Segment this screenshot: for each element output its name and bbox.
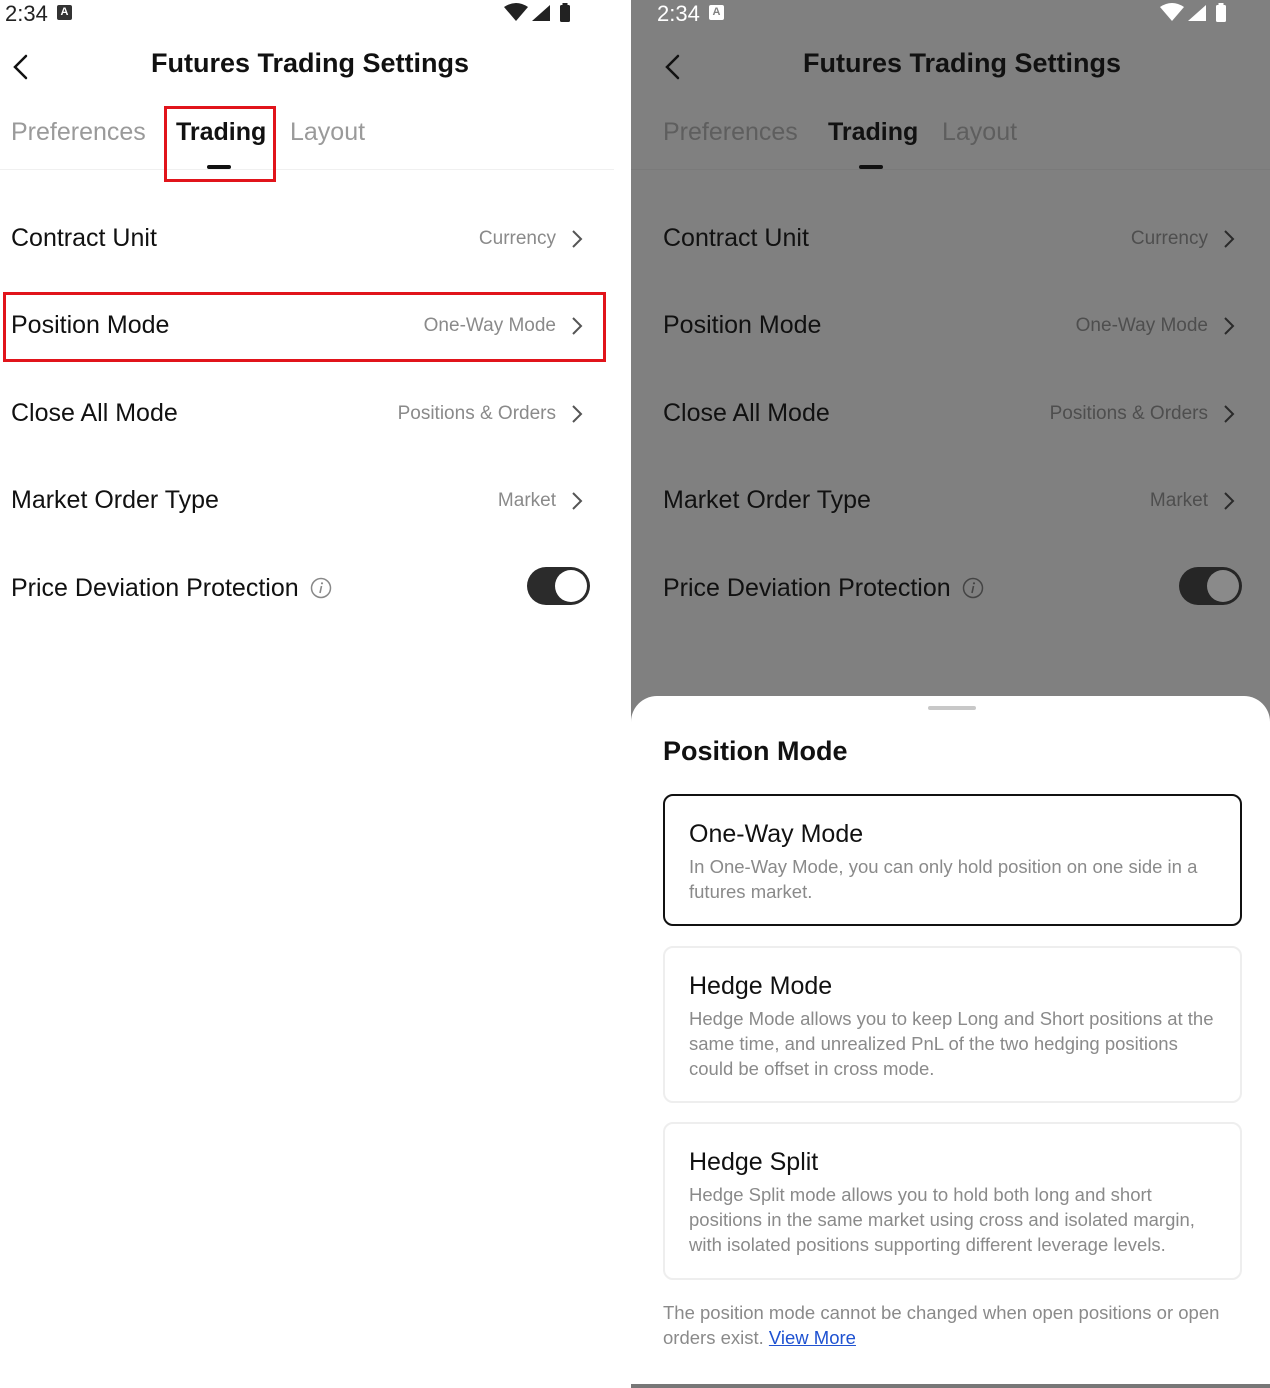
notification-icon: A xyxy=(709,5,724,20)
tab-trading[interactable]: Trading xyxy=(828,118,918,147)
setting-value: One-Way Mode xyxy=(1075,315,1208,336)
status-time: 2:34 xyxy=(657,1,700,26)
option-hedge-split[interactable]: Hedge Split Hedge Split mode allows you … xyxy=(663,1122,1242,1280)
tab-preferences[interactable]: Preferences xyxy=(11,118,146,147)
page-title: Futures Trading Settings xyxy=(802,48,1122,78)
option-description: In One-Way Mode, you can only hold posit… xyxy=(689,856,1198,902)
battery-icon xyxy=(560,5,570,22)
sheet-drag-handle[interactable] xyxy=(928,706,976,710)
sheet-title: Position Mode xyxy=(663,736,848,766)
setting-contract-unit[interactable]: Contract Unit Currency xyxy=(0,210,614,270)
setting-position-mode[interactable]: Position Mode One-Way Mode xyxy=(631,297,1270,357)
bottom-nav-bar xyxy=(631,1384,1270,1388)
setting-market-order-type[interactable]: Market Order Type Market xyxy=(0,472,614,532)
battery-icon xyxy=(1216,5,1226,22)
option-description: Hedge Mode allows you to keep Long and S… xyxy=(689,1008,1214,1079)
position-mode-sheet-screen: 2:34 A Futures Trading Settings Preferen… xyxy=(631,0,1270,1388)
setting-label: Price Deviation Protection xyxy=(11,574,299,602)
info-icon[interactable] xyxy=(962,577,984,599)
chevron-right-icon xyxy=(1224,405,1235,423)
setting-label: Close All Mode xyxy=(11,399,178,427)
price-deviation-toggle[interactable] xyxy=(527,567,590,605)
option-hedge-mode[interactable]: Hedge Mode Hedge Mode allows you to keep… xyxy=(663,946,1242,1103)
note-text: The position mode cannot be changed when… xyxy=(663,1302,1220,1348)
tabs-divider xyxy=(0,169,614,170)
setting-label: Market Order Type xyxy=(11,486,219,514)
status-bar: 2:34 A xyxy=(0,0,614,28)
highlight-trading-tab xyxy=(164,106,276,182)
option-title: Hedge Mode xyxy=(689,972,833,1000)
setting-price-deviation: Price Deviation Protection xyxy=(631,560,1270,620)
setting-price-deviation: Price Deviation Protection xyxy=(0,560,614,620)
position-mode-sheet: Position Mode One-Way Mode In One-Way Mo… xyxy=(631,696,1270,1388)
setting-label: Close All Mode xyxy=(663,399,830,427)
tabs-divider xyxy=(631,169,1270,170)
wifi-icon xyxy=(504,3,528,21)
option-title: Hedge Split xyxy=(689,1148,819,1176)
setting-market-order-type[interactable]: Market Order Type Market xyxy=(631,472,1270,532)
chevron-right-icon xyxy=(1224,230,1235,248)
status-time: 2:34 xyxy=(5,1,48,26)
setting-label: Price Deviation Protection xyxy=(663,574,951,602)
settings-screen: 2:34 A Futures Trading Settings Preferen… xyxy=(0,0,614,1388)
option-one-way-mode[interactable]: One-Way Mode In One-Way Mode, you can on… xyxy=(663,794,1242,926)
panel-gap xyxy=(614,0,631,1388)
setting-label: Contract Unit xyxy=(11,224,157,252)
setting-value: Positions & Orders xyxy=(1049,403,1208,424)
chevron-right-icon xyxy=(572,230,583,248)
info-icon[interactable] xyxy=(310,577,332,599)
status-bar: 2:34 A xyxy=(631,0,1270,28)
toggle-knob xyxy=(555,570,587,602)
wifi-icon xyxy=(1160,3,1184,21)
sheet-note: The position mode cannot be changed when… xyxy=(663,1300,1263,1350)
setting-value: Market xyxy=(497,490,556,511)
setting-value: Currency xyxy=(478,228,556,249)
tab-preferences[interactable]: Preferences xyxy=(663,118,798,147)
setting-close-all-mode[interactable]: Close All Mode Positions & Orders xyxy=(0,385,614,445)
view-more-link[interactable]: View More xyxy=(769,1327,856,1348)
option-title: One-Way Mode xyxy=(689,820,864,848)
tab-layout[interactable]: Layout xyxy=(290,118,365,147)
setting-label: Position Mode xyxy=(663,311,822,339)
chevron-right-icon xyxy=(1224,492,1235,510)
price-deviation-toggle[interactable] xyxy=(1179,567,1242,605)
setting-label: Market Order Type xyxy=(663,486,871,514)
status-icons xyxy=(1160,3,1226,22)
notification-icon: A xyxy=(57,5,72,20)
signal-icon xyxy=(532,5,550,21)
setting-value: Market xyxy=(1149,490,1208,511)
chevron-right-icon xyxy=(572,492,583,510)
highlight-position-mode xyxy=(3,292,606,362)
chevron-right-icon xyxy=(572,405,583,423)
toggle-knob xyxy=(1207,570,1239,602)
chevron-right-icon xyxy=(1224,317,1235,335)
signal-icon xyxy=(1188,5,1206,21)
setting-contract-unit[interactable]: Contract Unit Currency xyxy=(631,210,1270,270)
tab-layout[interactable]: Layout xyxy=(942,118,1017,147)
setting-close-all-mode[interactable]: Close All Mode Positions & Orders xyxy=(631,385,1270,445)
option-description: Hedge Split mode allows you to hold both… xyxy=(689,1184,1195,1255)
page-title: Futures Trading Settings xyxy=(150,48,470,78)
setting-value: Positions & Orders xyxy=(397,403,556,424)
status-icons xyxy=(504,3,570,22)
setting-label: Contract Unit xyxy=(663,224,809,252)
setting-value: Currency xyxy=(1130,228,1208,249)
